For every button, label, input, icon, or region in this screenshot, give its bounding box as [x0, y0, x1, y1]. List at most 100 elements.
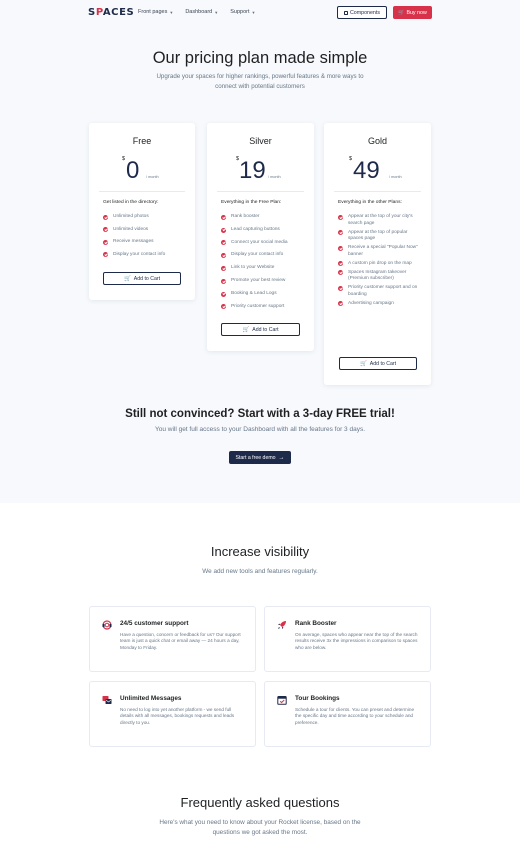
buy-now-button[interactable]: 🛒 Buy now: [393, 6, 432, 19]
feature-title: 24/5 customer support: [120, 620, 189, 627]
check-icon: [221, 227, 226, 233]
list-item: Lead capturing buttons: [221, 227, 302, 234]
list-item: Appear at the top of popular spaces page: [338, 230, 423, 243]
price-period: / month: [389, 175, 402, 179]
check-icon: [338, 245, 343, 251]
start-demo-button[interactable]: Start a free demo →: [229, 451, 291, 464]
list-item: Display your contact info: [103, 252, 183, 259]
trial-title: Still not convinced? Start with a 3-day …: [125, 408, 395, 420]
feature-card-messages: Unlimited Messages No need to log into y…: [89, 681, 256, 747]
visibility-subtitle: We add new tools and features regularly.: [202, 568, 318, 575]
feature-card-tour-bookings: Tour Bookings Schedule a tour for client…: [264, 681, 431, 747]
check-icon: [338, 230, 343, 236]
list-item: Connect your social media: [221, 240, 302, 247]
list-item: Appear at the top of your city's search …: [338, 214, 423, 227]
list-item: Rank booster: [221, 214, 302, 221]
list-item: Display your contact info: [221, 252, 302, 259]
messages-icon: [102, 696, 112, 704]
calendar-icon: [277, 696, 287, 705]
list-item: A custom pin drop on the map: [338, 261, 423, 268]
price-value: 49: [353, 157, 380, 184]
cart-icon: 🛒: [242, 326, 250, 333]
chevron-down-icon: ▼: [214, 9, 219, 15]
menu-support[interactable]: Support ▼: [230, 9, 255, 15]
check-icon: [338, 285, 343, 291]
feature-card-rank-booster: Rank Booster On average, spaces who appe…: [264, 606, 431, 672]
components-icon: [343, 10, 348, 15]
features-list: Unlimited photos Unlimited videos Receiv…: [103, 214, 183, 258]
menu-front-pages[interactable]: Front pages ▼: [138, 9, 173, 15]
trial-subtitle: You will get full access to your Dashboa…: [154, 426, 366, 433]
plan-card-silver: Silver $ 19 / month Everything in the Fr…: [207, 123, 314, 351]
price-currency: $: [349, 156, 353, 162]
check-icon: [103, 227, 108, 233]
support-icon: [102, 620, 112, 630]
feature-text: On average, spaces who appear near the t…: [295, 632, 418, 650]
feature-title: Tour Bookings: [295, 695, 340, 702]
feature-text: Have a question, concern or feedback for…: [120, 632, 241, 650]
check-icon: [338, 301, 343, 307]
cart-icon: 🛒: [123, 275, 131, 282]
feature-title: Unlimited Messages: [120, 695, 182, 702]
rocket-icon: [278, 621, 286, 629]
main-menu: Front pages ▼ Dashboard ▼ Support ▼: [138, 9, 255, 15]
add-to-cart-button[interactable]: 🛒 Add to Cart: [221, 323, 300, 336]
divider: [99, 191, 185, 192]
list-item: Spaces Instagram takeover (Premium subsc…: [338, 270, 423, 283]
navbar: SPACES Front pages ▼ Dashboard ▼ Support ▼ …: [0, 0, 520, 26]
page-subtitle: Upgrade your spaces for higher rankings,…: [156, 73, 364, 90]
feature-text: No need to log into yet another platform…: [120, 707, 235, 725]
check-icon: [338, 214, 343, 220]
chevron-down-icon: ▼: [169, 9, 174, 15]
add-to-cart-button[interactable]: 🛒 Add to Cart: [339, 357, 417, 370]
price-value: 0: [126, 157, 140, 184]
chevron-down-icon: ▼: [251, 9, 256, 15]
components-button[interactable]: Components: [337, 6, 387, 19]
faq-title: Frequently asked questions: [180, 795, 340, 810]
list-item: Unlimited videos: [103, 227, 183, 234]
check-icon: [221, 214, 226, 220]
feature-title: Rank Booster: [295, 620, 337, 627]
visibility-title: Increase visibility: [210, 544, 310, 559]
features-title: Everything in the other Plans:: [338, 200, 402, 205]
plan-card-gold: Gold $ 49 / month Everything in the othe…: [324, 123, 431, 385]
faq-subtitle: Here's what you need to know about your …: [159, 819, 361, 836]
price-period: / month: [146, 175, 159, 179]
features-list: Appear at the top of your city's search …: [338, 214, 423, 307]
features-title: Get listed in the directory:: [103, 200, 159, 205]
feature-card-support: 24/5 customer support Have a question, c…: [89, 606, 256, 672]
check-icon: [221, 291, 226, 297]
price-value: 19: [239, 157, 266, 184]
check-icon: [221, 253, 226, 259]
check-icon: [338, 261, 343, 267]
features-title: Everything in the Free Plan:: [221, 200, 282, 205]
add-to-cart-button[interactable]: 🛒 Add to Cart: [103, 272, 181, 285]
check-icon: [221, 240, 226, 246]
menu-dashboard[interactable]: Dashboard ▼: [185, 9, 218, 15]
check-icon: [221, 304, 226, 310]
arrow-right-icon: →: [278, 454, 285, 461]
cart-icon: 🛒: [359, 360, 367, 367]
feature-text: Schedule a tour for clients. You can pre…: [295, 707, 415, 725]
logo[interactable]: SPACES: [88, 7, 134, 18]
list-item: Receive messages: [103, 239, 183, 246]
plan-name: Silver: [249, 136, 272, 146]
list-item: Unlimited photos: [103, 214, 183, 221]
list-item: Link to your Website: [221, 265, 302, 272]
check-icon: [103, 214, 108, 220]
list-item: Booking & Lead Logs: [221, 291, 302, 298]
divider: [334, 191, 421, 192]
page-title: Our pricing plan made simple: [152, 49, 368, 67]
features-list: Rank booster Lead capturing buttons Conn…: [221, 214, 302, 310]
price-currency: $: [122, 156, 126, 162]
check-icon: [103, 239, 108, 245]
divider: [217, 191, 304, 192]
plan-card-free: Free $ 0 / month Get listed in the direc…: [89, 123, 195, 300]
check-icon: [103, 252, 108, 258]
plan-name: Free: [132, 136, 152, 146]
list-item: Promote your best review: [221, 278, 302, 285]
list-item: Receive a special "Popular Now" banner: [338, 245, 423, 258]
check-icon: [338, 270, 343, 276]
list-item: Priority customer support: [221, 304, 302, 311]
check-icon: [221, 265, 226, 271]
